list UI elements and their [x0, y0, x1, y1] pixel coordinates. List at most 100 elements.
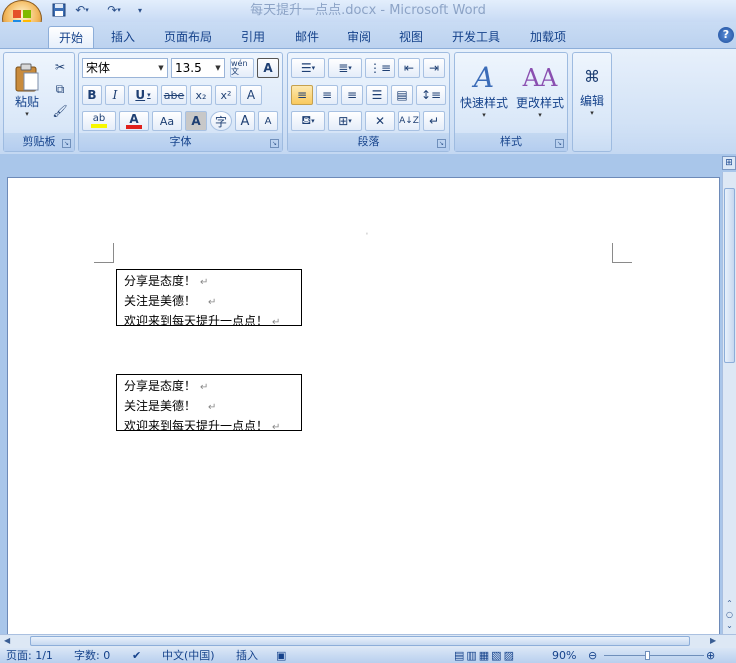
paste-button[interactable]: 粘贴 ▾: [8, 57, 46, 123]
font-name-value: 宋体: [86, 61, 111, 75]
enclose-characters-button[interactable]: 字: [210, 111, 232, 131]
font-color-icon: A: [129, 112, 139, 126]
change-styles-button[interactable]: AA 更改样式 ▾: [513, 55, 567, 125]
status-insert-mode[interactable]: 插入: [236, 649, 258, 663]
sort-button[interactable]: A↓Z: [398, 111, 420, 131]
subscript-button[interactable]: x₂: [190, 85, 212, 105]
zoom-out-icon[interactable]: ⊖: [588, 649, 597, 663]
paste-label: 粘贴: [14, 94, 39, 109]
underline-button[interactable]: U ▾: [128, 85, 158, 105]
zoom-slider[interactable]: [604, 655, 704, 656]
tab-home[interactable]: 开始: [48, 26, 94, 48]
multilevel-list-button[interactable]: ⋮≡: [365, 58, 395, 78]
tab-add-ins[interactable]: 加载项: [520, 26, 576, 48]
macro-record-icon[interactable]: ▣: [276, 649, 286, 663]
multilevel-list-icon: ⋮≡: [368, 61, 392, 75]
clear-formatting-button[interactable]: A: [240, 85, 262, 105]
proofing-icon[interactable]: ✔: [132, 649, 141, 663]
text-box[interactable]: 分享是态度！ ↵ 关注是美德！ ↵ 欢迎来到每天提升一点点！ ↵: [116, 374, 302, 431]
font-size-combo[interactable]: 13.5 ▼: [171, 58, 225, 78]
character-shading-button[interactable]: A: [185, 111, 207, 131]
italic-button[interactable]: I: [105, 85, 125, 105]
tab-review[interactable]: 审阅: [338, 26, 380, 48]
font-launcher-icon[interactable]: ↘: [270, 139, 279, 148]
eraser-icon: A: [246, 88, 256, 102]
customize-qat-icon[interactable]: ▾: [134, 2, 146, 18]
copy-icon[interactable]: ⧉: [50, 80, 70, 98]
highlight-button[interactable]: ab: [82, 111, 116, 131]
line-spacing-button[interactable]: ↕≡: [416, 85, 446, 105]
align-left-button[interactable]: ≡: [291, 85, 313, 105]
align-right-icon: ≡: [346, 88, 358, 102]
editing-button[interactable]: ⌘ 编辑 ▾: [575, 55, 609, 123]
tab-view[interactable]: 视图: [390, 26, 432, 48]
paragraph-mark-icon: ↵: [272, 422, 281, 431]
editing-label: 编辑: [579, 93, 604, 108]
tab-references[interactable]: 引用: [232, 26, 274, 48]
tab-insert[interactable]: 插入: [102, 26, 144, 48]
chevron-down-icon[interactable]: ▼: [155, 59, 167, 77]
styles-launcher-icon[interactable]: ↘: [555, 139, 564, 148]
save-icon[interactable]: [50, 2, 68, 18]
view-mode-icons[interactable]: ▤▥▦▧▨: [454, 649, 516, 663]
quick-styles-button[interactable]: A 快速样式 ▾: [457, 55, 511, 125]
paragraph-launcher-icon[interactable]: ↘: [437, 139, 446, 148]
distribute-icon: ▤: [396, 88, 408, 102]
decrease-indent-button[interactable]: ⇤: [398, 58, 420, 78]
binoculars-icon: ⌘: [584, 66, 600, 86]
status-page[interactable]: 页面: 1/1: [6, 649, 53, 663]
tab-page-layout[interactable]: 页面布局: [156, 26, 220, 48]
align-right-button[interactable]: ≡: [341, 85, 363, 105]
shrink-font-button[interactable]: A: [258, 111, 278, 131]
chevron-down-icon[interactable]: ▼: [212, 59, 224, 77]
status-language[interactable]: 中文(中国): [162, 649, 215, 663]
change-styles-icon: AA: [522, 63, 558, 92]
distribute-button[interactable]: ▤: [391, 85, 413, 105]
scroll-right-icon[interactable]: ▶: [710, 636, 716, 645]
change-case-button[interactable]: Aa: [152, 111, 182, 131]
tab-mailings[interactable]: 邮件: [286, 26, 328, 48]
paragraph-mark-icon: ↵: [272, 317, 281, 326]
format-painter-icon[interactable]: 🖌: [50, 102, 70, 120]
font-color-bar: [126, 125, 142, 129]
character-border-button[interactable]: A: [257, 58, 279, 78]
chinese-layout-button[interactable]: ✕: [365, 111, 395, 131]
shrink-font-label: A: [264, 115, 272, 127]
text-box[interactable]: 分享是态度！ ↵ 关注是美德！ ↵ 欢迎来到每天提升一点点！ ↵: [116, 269, 302, 326]
redo-icon[interactable]: ↷ ▾: [102, 2, 126, 18]
group-label-font: 字体: [79, 133, 282, 151]
numbering-button[interactable]: ≣ ▾: [328, 58, 362, 78]
align-center-button[interactable]: ≡: [316, 85, 338, 105]
strikethrough-button[interactable]: abe: [161, 85, 187, 105]
undo-icon[interactable]: ↶ ▾: [70, 2, 94, 18]
increase-indent-button[interactable]: ⇥: [423, 58, 445, 78]
page-nav-icons[interactable]: ⌃ ○ ⌄: [724, 598, 735, 632]
zoom-slider-thumb[interactable]: [645, 651, 650, 660]
show-marks-button[interactable]: ↵: [423, 111, 445, 131]
grow-font-button[interactable]: A: [235, 111, 255, 131]
font-name-combo[interactable]: 宋体 ▼: [82, 58, 168, 78]
scroll-left-icon[interactable]: ◀: [4, 636, 10, 645]
vertical-scroll-thumb[interactable]: [724, 188, 735, 363]
font-color-button[interactable]: A: [119, 111, 149, 131]
character-border-label: A: [263, 61, 273, 75]
text-box-line: 欢迎来到每天提升一点点！ ↵: [124, 419, 281, 431]
cut-icon[interactable]: ✂: [50, 58, 70, 76]
horizontal-scroll-thumb[interactable]: [30, 636, 690, 646]
phonetic-guide-button[interactable]: wén 文: [230, 58, 254, 78]
superscript-button[interactable]: x²: [215, 85, 237, 105]
clipboard-launcher-icon[interactable]: ↘: [62, 139, 71, 148]
status-word-count[interactable]: 字数: 0: [74, 649, 110, 663]
help-icon[interactable]: ?: [718, 27, 734, 43]
shading-button[interactable]: ⛾ ▾: [291, 111, 325, 131]
view-ruler-icon[interactable]: ⊞: [722, 156, 736, 170]
status-zoom-level[interactable]: 90%: [552, 649, 576, 663]
tab-developer[interactable]: 开发工具: [444, 26, 508, 48]
phonetic-guide-label: wén 文: [231, 59, 248, 76]
borders-button[interactable]: ⊞ ▾: [328, 111, 362, 131]
decrease-indent-icon: ⇤: [403, 61, 415, 75]
bullets-button[interactable]: ☰ ▾: [291, 58, 325, 78]
zoom-in-icon[interactable]: ⊕: [706, 649, 715, 663]
justify-button[interactable]: ☰: [366, 85, 388, 105]
bold-button[interactable]: B: [82, 85, 102, 105]
